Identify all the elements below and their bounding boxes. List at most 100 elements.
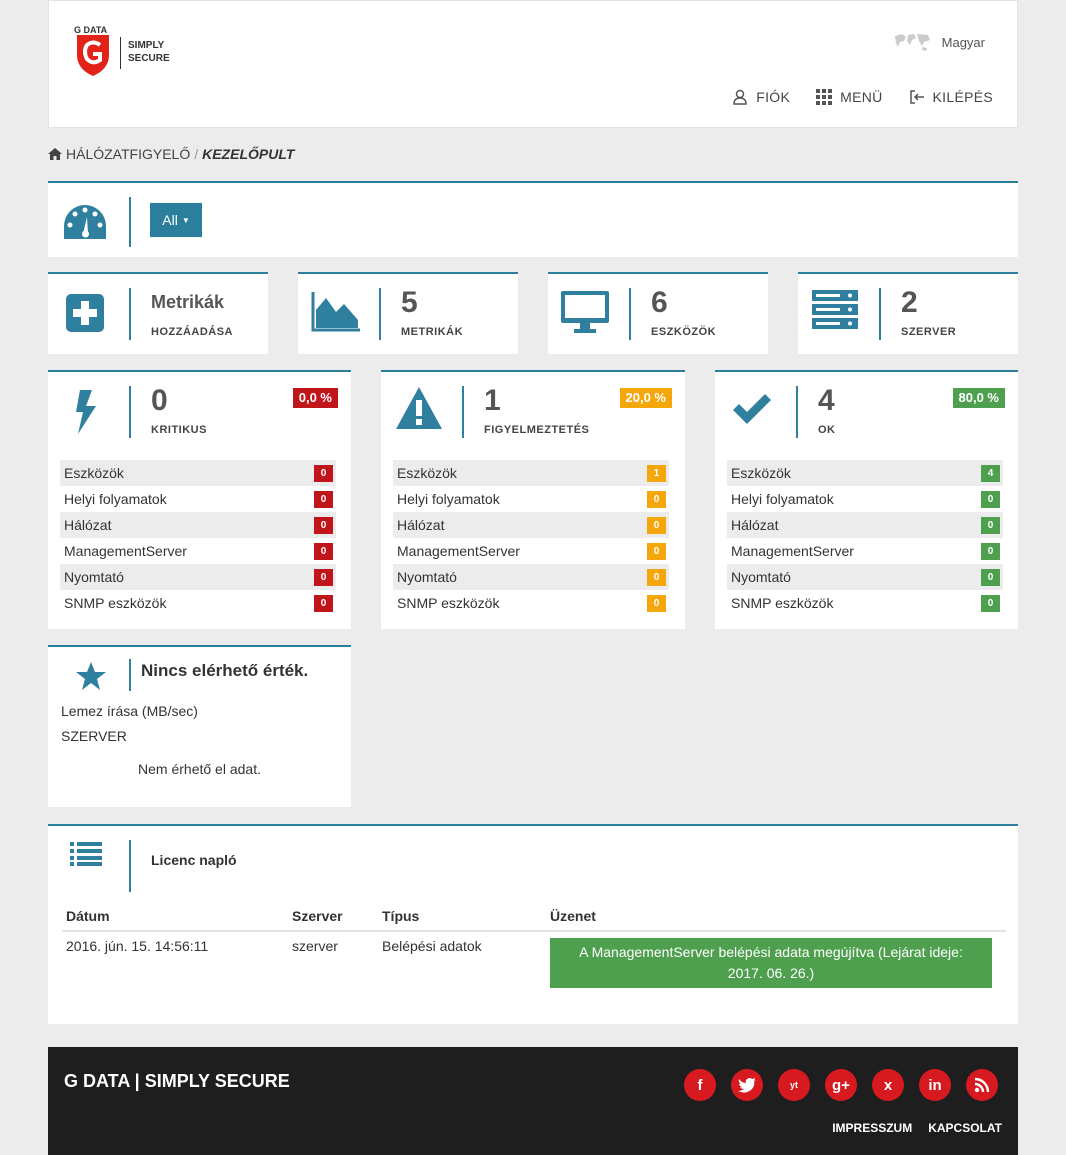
devices-label: ESZKÖZÖK: [651, 326, 717, 338]
list-item-label: Eszközök: [731, 465, 791, 481]
list-item-label: Nyomtató: [731, 569, 791, 585]
list-item-label: Hálózat: [731, 517, 779, 533]
count-badge: 0: [647, 490, 666, 508]
list-item-label: SNMP eszközök: [64, 595, 167, 611]
count-badge: 0: [647, 568, 666, 586]
server-icon: [812, 290, 858, 329]
home-icon[interactable]: [48, 148, 62, 160]
list-item[interactable]: SNMP eszközök 0: [60, 590, 336, 616]
count-badge: 0: [314, 568, 333, 586]
list-item[interactable]: Hálózat 0: [393, 512, 669, 538]
top-navigation: FIÓK MENÜ KILÉPÉS: [732, 89, 993, 105]
list-item[interactable]: SNMP eszközök 0: [727, 590, 1003, 616]
facebook-icon[interactable]: f: [684, 1069, 716, 1101]
count-badge: 0: [314, 542, 333, 560]
list-icon: [70, 842, 102, 866]
page-footer: G DATA | SIMPLY SECURE f yt g+ x in IMPR…: [48, 1047, 1018, 1155]
list-item[interactable]: Hálózat 0: [727, 512, 1003, 538]
list-item[interactable]: ManagementServer 0: [60, 538, 336, 564]
list-item[interactable]: Nyomtató 0: [393, 564, 669, 590]
dashboard-filter-panel: All ▼: [48, 181, 1018, 257]
servers-count: 2: [901, 286, 918, 319]
warning-count: 1: [484, 384, 501, 417]
grid-icon: [816, 89, 833, 105]
critical-percent-badge: 0,0 %: [292, 388, 338, 408]
divider: [879, 288, 881, 340]
column-server[interactable]: Szerver: [288, 904, 378, 932]
list-item[interactable]: Helyi folyamatok 0: [393, 486, 669, 512]
breadcrumb-current: KEZELŐPULT: [202, 146, 295, 162]
column-message[interactable]: Üzenet: [546, 904, 1006, 932]
area-chart-icon: [311, 292, 360, 332]
count-badge: 4: [981, 464, 1000, 482]
xing-icon[interactable]: x: [872, 1069, 904, 1101]
breadcrumb-separator: /: [194, 146, 199, 162]
add-metrics-title: Metrikák: [151, 292, 225, 312]
list-item[interactable]: SNMP eszközök 0: [393, 590, 669, 616]
youtube-icon[interactable]: yt: [778, 1069, 810, 1101]
divider: [629, 288, 631, 340]
list-item[interactable]: Hálózat 0: [60, 512, 336, 538]
license-log-panel: Licenc napló Dátum Szerver Típus Üzenet …: [48, 824, 1018, 1024]
list-item[interactable]: Nyomtató 0: [60, 564, 336, 590]
list-item-label: ManagementServer: [64, 543, 187, 559]
favorite-metric-name: Lemez írása (MB/sec): [61, 703, 198, 719]
language-selector[interactable]: Magyar: [892, 31, 985, 53]
twitter-icon[interactable]: [731, 1069, 763, 1101]
count-badge: 0: [647, 594, 666, 612]
caret-down-icon: ▼: [181, 215, 190, 225]
servers-label: SZERVER: [901, 326, 957, 338]
breadcrumb-parent[interactable]: HÁLÓZATFIGYELŐ: [66, 146, 190, 162]
footer-links: IMPRESSZUM KAPCSOLAT: [832, 1121, 1002, 1135]
impressum-link[interactable]: IMPRESSZUM: [832, 1121, 912, 1135]
warning-percent-badge: 20,0 %: [619, 388, 672, 408]
column-date[interactable]: Dátum: [62, 904, 288, 932]
list-item[interactable]: ManagementServer 0: [393, 538, 669, 564]
column-type[interactable]: Típus: [378, 904, 546, 932]
count-badge: 0: [314, 594, 333, 612]
divider: [129, 197, 131, 247]
favorite-server-name: SZERVER: [61, 728, 127, 744]
google-plus-icon[interactable]: g+: [825, 1069, 857, 1101]
table-header-row: Dátum Szerver Típus Üzenet: [62, 904, 1006, 932]
checkmark-icon: [733, 394, 771, 424]
list-item-label: Hálózat: [397, 517, 445, 533]
ok-label: OK: [818, 424, 836, 436]
lightning-icon: [76, 390, 96, 434]
list-item[interactable]: Eszközök 4: [727, 460, 1003, 486]
logout-link[interactable]: KILÉPÉS: [909, 89, 993, 105]
count-badge: 0: [314, 464, 333, 482]
contact-link[interactable]: KAPCSOLAT: [928, 1121, 1002, 1135]
rss-icon[interactable]: [966, 1069, 998, 1101]
warning-panel: 1 FIGYELMEZTETÉS 20,0 % Eszközök 1 Helyi f…: [381, 370, 685, 629]
list-item[interactable]: Helyi folyamatok 0: [727, 486, 1003, 512]
count-badge: 0: [647, 542, 666, 560]
count-badge: 0: [981, 516, 1000, 534]
list-item-label: SNMP eszközök: [731, 595, 834, 611]
account-link[interactable]: FIÓK: [732, 89, 790, 105]
list-item[interactable]: Helyi folyamatok 0: [60, 486, 336, 512]
divider: [129, 386, 131, 438]
divider: [129, 288, 131, 340]
servers-tile[interactable]: 2 SZERVER: [798, 272, 1018, 354]
list-item[interactable]: ManagementServer 0: [727, 538, 1003, 564]
critical-rows: Eszközök 0 Helyi folyamatok 0 Hálózat 0 Manage…: [60, 460, 336, 616]
count-badge: 0: [314, 490, 333, 508]
table-row: 2016. jún. 15. 14:56:11 szerver Belépési…: [62, 931, 1006, 994]
list-item[interactable]: Eszközök 1: [393, 460, 669, 486]
list-item[interactable]: Nyomtató 0: [727, 564, 1003, 590]
logo-line-2: SECURE: [128, 53, 170, 64]
devices-tile[interactable]: 6 ESZKÖZÖK: [548, 272, 768, 354]
user-icon: [733, 89, 747, 105]
monitor-icon: [561, 291, 609, 333]
list-item-label: Eszközök: [64, 465, 124, 481]
metrics-tile[interactable]: 5 METRIKÁK: [298, 272, 518, 354]
menu-link[interactable]: MENÜ: [816, 89, 882, 105]
add-metrics-tile[interactable]: Metrikák HOZZÁADÁSA: [48, 272, 268, 354]
list-item-label: Eszközök: [397, 465, 457, 481]
filter-dropdown-button[interactable]: All ▼: [150, 203, 202, 237]
linkedin-icon[interactable]: in: [919, 1069, 951, 1101]
star-icon[interactable]: [76, 662, 106, 690]
list-item[interactable]: Eszközök 0: [60, 460, 336, 486]
youtube-label: yt: [789, 1080, 798, 1090]
